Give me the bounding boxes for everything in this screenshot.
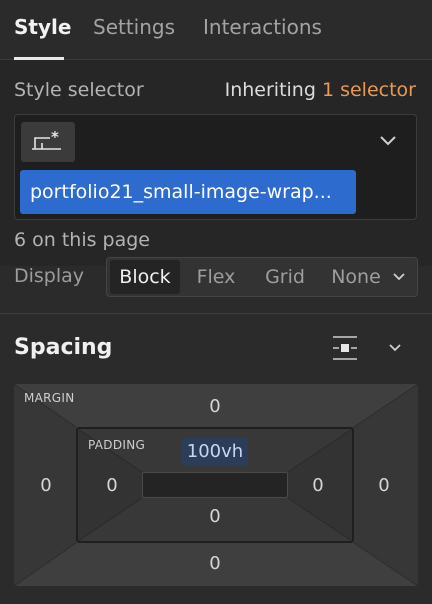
content-box (142, 472, 288, 498)
display-option-flex[interactable]: Flex (185, 258, 247, 296)
page-usage-count: 6 on this page (14, 229, 150, 251)
chevron-down-icon[interactable] (388, 343, 402, 353)
margin-right-value[interactable]: 0 (364, 475, 404, 496)
style-selector-panel: Style selector Inheriting 1 selector * p… (0, 60, 432, 266)
margin-top-value[interactable]: 0 (195, 396, 235, 417)
selector-field[interactable]: * portfolio21_small-image-wrap... (14, 114, 417, 220)
padding-top-value[interactable]: 100vh (182, 438, 248, 466)
margin-box: MARGIN 0 0 0 0 PADDING 100vh 0 0 0 (14, 384, 418, 586)
display-option-none[interactable]: None (323, 258, 389, 296)
display-option-block[interactable]: Block (110, 260, 180, 294)
tab-style[interactable]: Style (14, 15, 71, 39)
padding-right-value[interactable]: 0 (298, 475, 338, 496)
panel-tabs: Style Settings Interactions (0, 0, 432, 60)
margin-bottom-value[interactable]: 0 (195, 553, 235, 574)
section-divider (0, 313, 432, 314)
margin-label: MARGIN (24, 391, 75, 405)
tab-settings[interactable]: Settings (93, 15, 175, 39)
padding-left-value[interactable]: 0 (92, 475, 132, 496)
display-segmented-control: Block Flex Grid None (106, 257, 418, 297)
padding-label: PADDING (88, 438, 146, 452)
spacing-title: Spacing (14, 335, 113, 360)
inheriting-info: Inheriting 1 selector (225, 79, 416, 101)
margin-left-value[interactable]: 0 (26, 475, 66, 496)
spacing-center-icon[interactable] (330, 334, 360, 362)
display-label: Display (14, 265, 85, 287)
style-selector-label: Style selector (14, 79, 144, 101)
svg-text:*: * (51, 128, 59, 146)
chevron-down-icon[interactable] (378, 133, 398, 147)
element-star-icon[interactable]: * (21, 122, 75, 162)
selected-class-chip[interactable]: portfolio21_small-image-wrap... (20, 170, 356, 214)
tab-interactions[interactable]: Interactions (203, 15, 322, 39)
inheriting-prefix: Inheriting (224, 79, 316, 101)
padding-bottom-value[interactable]: 0 (195, 506, 235, 527)
display-option-grid[interactable]: Grid (253, 258, 317, 296)
chevron-down-icon[interactable] (393, 272, 405, 282)
inheriting-selector-link[interactable]: 1 selector (322, 79, 416, 101)
